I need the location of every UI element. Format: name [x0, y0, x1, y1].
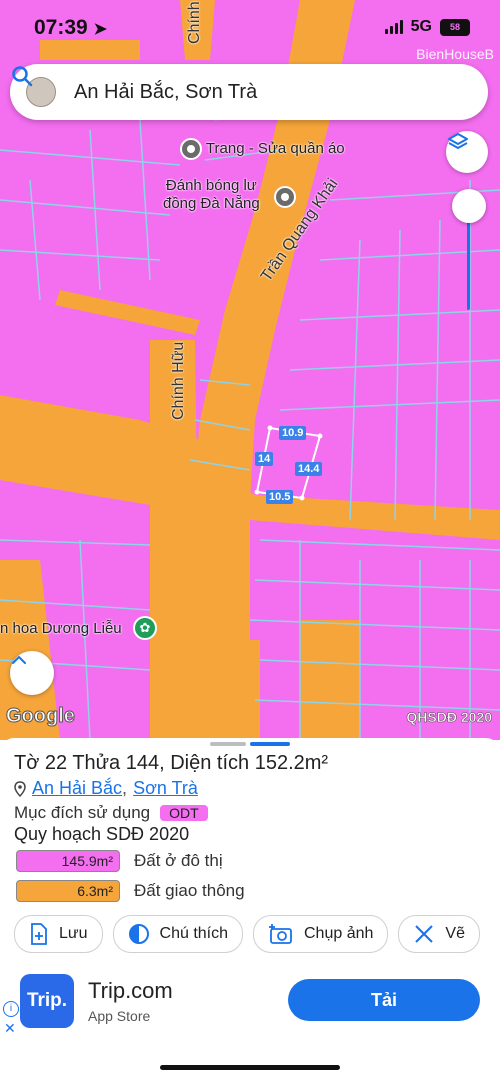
street-label-chinh-huu: Chính Hữu	[170, 341, 187, 420]
legend-button[interactable]: Chú thích	[112, 915, 243, 953]
legend-area-residential: 145.9m²	[16, 850, 120, 872]
search-icon[interactable]	[10, 64, 34, 88]
expand-up-button[interactable]	[10, 651, 54, 695]
dimension-top: 10.9	[279, 426, 307, 440]
poi-pin-tailor[interactable]: Trang - Sửa quần áo	[180, 138, 345, 160]
legend-label-transport: Đất giao thông	[134, 881, 245, 900]
poi-polish[interactable]: Đánh bóng lư đồng Đà Nẵng	[163, 177, 260, 213]
ad-info-icon[interactable]: i	[3, 1001, 19, 1017]
legend-area-transport: 6.3m²	[16, 880, 120, 902]
chevron-up-icon	[12, 655, 26, 664]
save-button[interactable]: Lưu	[14, 915, 103, 953]
overlay-tag: QHSDĐ 2020	[406, 709, 492, 726]
ad-app-name[interactable]: Trip.com	[88, 978, 173, 1004]
search-bar[interactable]: An Hải Bắc, Sơn Trà	[10, 64, 488, 120]
poi-label-tailor: Trang - Sửa quần áo	[205, 139, 345, 157]
opacity-slider-handle[interactable]	[452, 189, 486, 223]
dimension-right: 14.4	[295, 462, 323, 476]
ad-close-icon[interactable]: ✕	[4, 1020, 16, 1037]
parcel-location: An Hải Bắc, Sơn Trà	[14, 778, 198, 799]
poi-flower-shop[interactable]: n hoa Dương Liễu	[0, 620, 122, 637]
planning-title: Quy hoạch SDĐ 2020	[14, 824, 190, 844]
ad-store-label: App Store	[88, 1008, 151, 1024]
road-strip	[55, 290, 200, 335]
layers-icon	[448, 133, 468, 149]
road-lot-right	[300, 620, 360, 740]
parcel-title: Tờ 22 Thửa 144, Diện tích 152.2m²	[14, 752, 329, 774]
location-separator: ,	[122, 778, 128, 798]
watermark: BienHouseB	[416, 46, 494, 62]
place-pin-icon	[180, 138, 202, 160]
poi-label-flower: n hoa Dương Liễu	[0, 620, 122, 637]
layers-button[interactable]	[446, 131, 488, 173]
legend-label: Chú thích	[159, 925, 228, 942]
legend-label-residential: Đất ở đô thị	[134, 851, 223, 870]
dimension-left: 14	[255, 452, 274, 466]
parcel-info-sheet[interactable]: Tờ 22 Thửa 144, Diện tích 152.2m² An Hải…	[0, 738, 500, 1080]
ward-link[interactable]: An Hải Bắc	[32, 778, 122, 799]
home-indicator	[160, 1065, 340, 1070]
place-pin-icon[interactable]	[274, 186, 296, 208]
ruler-pencil-icon	[415, 925, 434, 943]
ad-install-button[interactable]: Tải	[288, 979, 480, 1021]
purpose-badge: ODT	[160, 805, 208, 821]
land-use-purpose: Mục đích sử dụng ODT	[14, 803, 208, 823]
purpose-label: Mục đích sử dụng	[14, 803, 151, 822]
network-label: 5G	[410, 18, 432, 35]
status-time: 07:39 ➤	[34, 16, 107, 39]
flower-icon[interactable]: ✿	[133, 616, 157, 640]
poi-label-polish-1: Đánh bóng lư	[165, 177, 257, 194]
road-bottom-mid	[210, 640, 260, 740]
capture-label: Chụp ảnh	[304, 925, 374, 942]
location-arrow-icon: ➤	[93, 21, 107, 38]
save-label: Lưu	[59, 925, 88, 942]
ad-app-logo[interactable]: Trip.	[20, 974, 74, 1028]
half-circle-icon	[128, 924, 149, 944]
draw-button[interactable]: Vẽ	[398, 915, 480, 953]
poi-label-polish-2: đồng Đà Nẵng	[163, 195, 260, 212]
capture-button[interactable]: Chụp ảnh	[253, 915, 389, 953]
draw-label: Vẽ	[445, 925, 465, 942]
battery-icon: 58	[440, 18, 470, 36]
sheet-handle-2[interactable]	[250, 742, 290, 746]
location-pin-icon	[14, 780, 26, 797]
ad-banner[interactable]: Trip. Trip.com App Store Tải i ✕	[0, 968, 500, 1052]
search-query[interactable]: An Hải Bắc, Sơn Trà	[74, 81, 488, 104]
map-view[interactable]: Trang - Sửa quần áo Đánh bóng lư đồng Đà…	[0, 0, 500, 740]
status-bar: 07:39 ➤ 5G 58	[0, 0, 500, 52]
legend-row-transport: 6.3m² Đất giao thông	[16, 880, 245, 902]
sheet-handle-1[interactable]	[210, 742, 246, 746]
add-document-icon	[31, 923, 47, 945]
legend-row-residential: 145.9m² Đất ở đô thị	[16, 850, 223, 872]
google-logo: Google	[6, 705, 76, 728]
district-link[interactable]: Sơn Trà	[133, 778, 198, 799]
action-row: Lưu Chú thích Chụp ảnh Vẽ	[14, 915, 480, 953]
dimension-bottom: 10.5	[266, 490, 294, 504]
signal-icon	[384, 20, 403, 34]
camera-plus-icon	[269, 924, 292, 944]
